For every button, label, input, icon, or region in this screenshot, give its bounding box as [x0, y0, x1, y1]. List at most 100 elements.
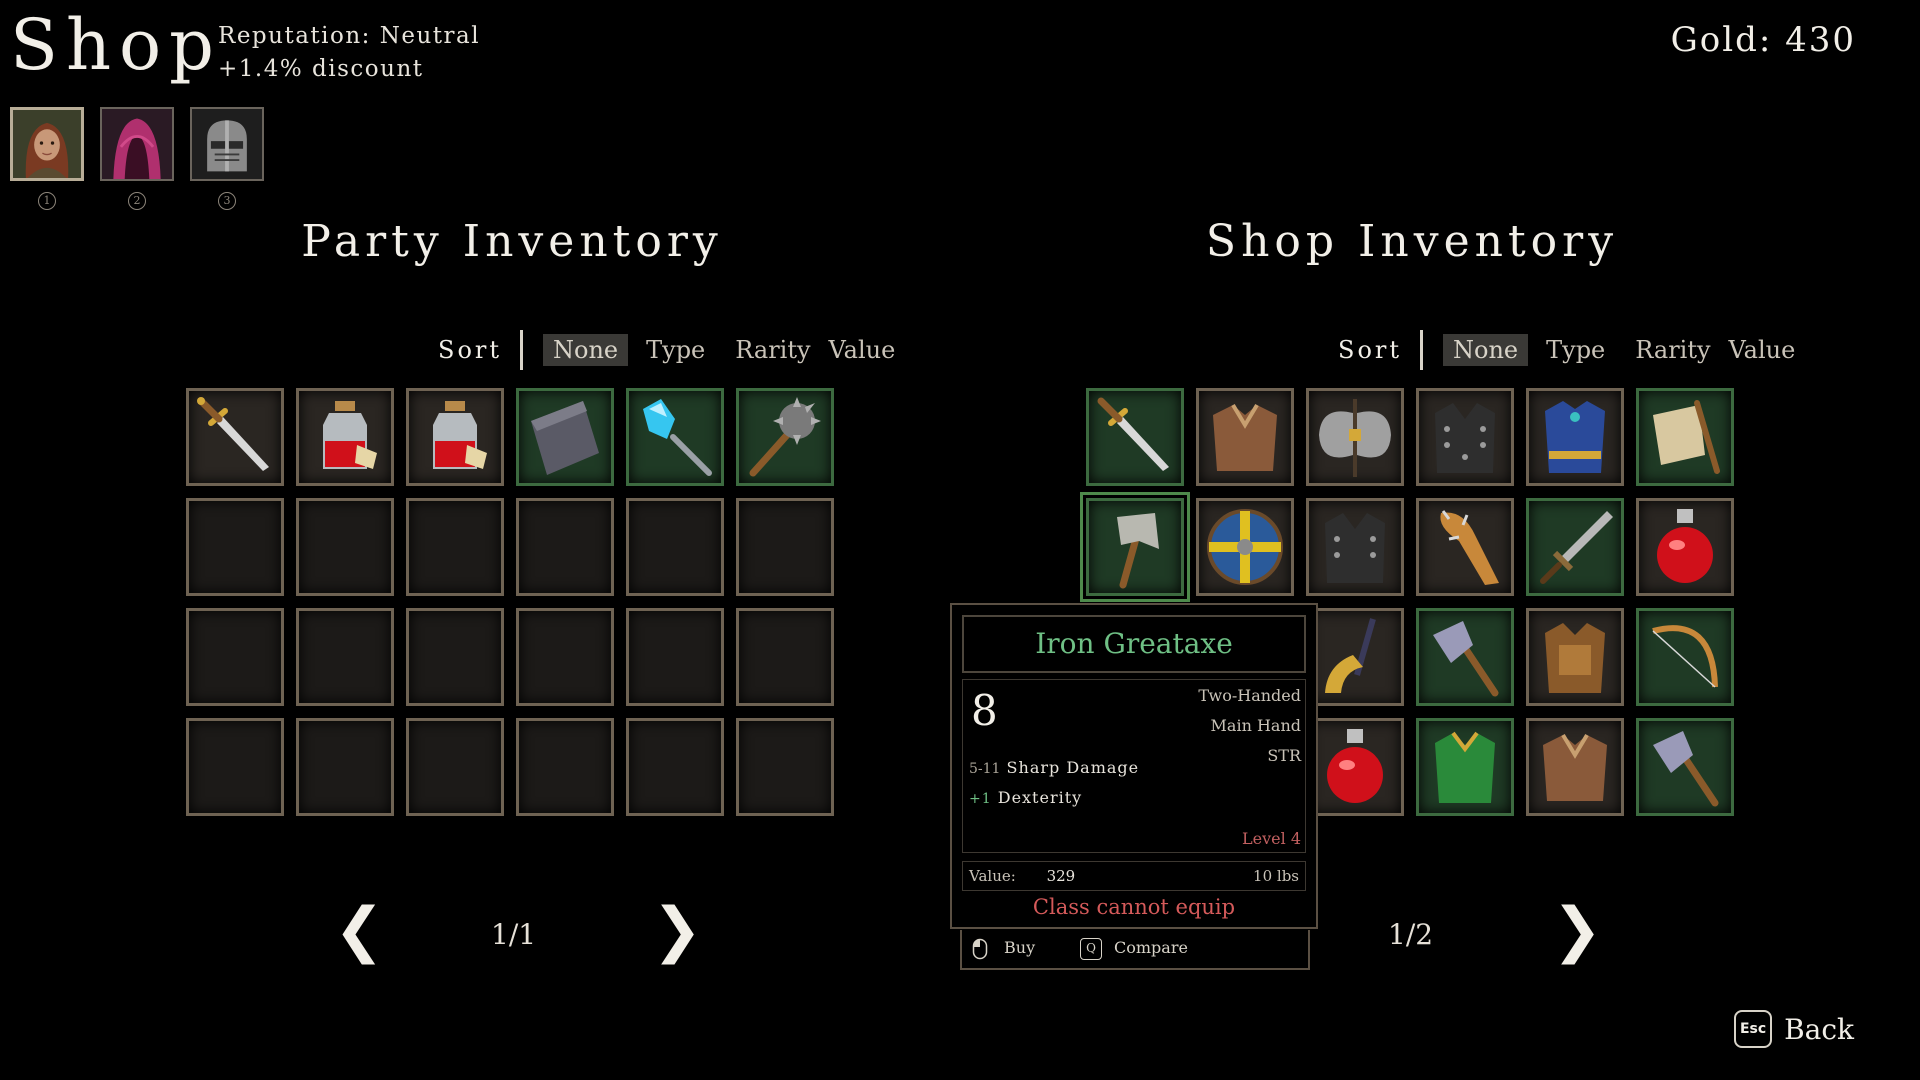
- party-slot-empty[interactable]: [626, 498, 724, 596]
- shop-slot-short-sword[interactable]: [1526, 498, 1624, 596]
- shop-slot-red-potion[interactable]: [1636, 498, 1734, 596]
- party-slot-crystal-wand[interactable]: [626, 388, 724, 486]
- shop-sort-bar: Sort None Type Rarity Value: [1338, 330, 1813, 370]
- shop-slot-studded-vest[interactable]: [1416, 388, 1514, 486]
- shop-slot-blue-tunic[interactable]: [1526, 388, 1624, 486]
- tooltip-handedness: Two-Handed: [1198, 686, 1301, 705]
- party-slot-empty[interactable]: [626, 608, 724, 706]
- green-armor-icon: [1435, 731, 1495, 803]
- party-member-2-portrait[interactable]: [100, 107, 174, 181]
- party-sort-type[interactable]: Type: [646, 334, 705, 366]
- tooltip-damage-range: 5-11: [969, 761, 1001, 777]
- party-slot-empty[interactable]: [406, 608, 504, 706]
- shop-slot-spiked-club[interactable]: [1416, 498, 1514, 596]
- party-slot-empty[interactable]: [186, 498, 284, 596]
- compare-action[interactable]: Compare: [1114, 938, 1188, 957]
- tooltip-warning: Class cannot equip: [1032, 895, 1236, 919]
- party-slot-empty[interactable]: [406, 718, 504, 816]
- party-sort-value[interactable]: Value: [829, 334, 896, 366]
- shop-sort-none[interactable]: None: [1443, 334, 1529, 366]
- leather-armor-icon: [1213, 403, 1277, 471]
- esc-key-icon: Esc: [1734, 1010, 1773, 1048]
- shop-slot-hand-axe-2[interactable]: [1636, 718, 1734, 816]
- party-slot-empty[interactable]: [736, 718, 834, 816]
- party-slot-empty[interactable]: [186, 718, 284, 816]
- party-slot-spiked-mace[interactable]: [736, 388, 834, 486]
- curved-blade-icon: [1325, 618, 1376, 693]
- iron-greataxe-icon: [1117, 513, 1159, 589]
- hand-axe-icon: [1653, 731, 1719, 807]
- tooltip-damage-line: 5-11 Sharp Damage: [969, 758, 1139, 777]
- party-slot-empty[interactable]: [296, 608, 394, 706]
- party-member-2-number: 2: [128, 192, 146, 210]
- party-slot-empty[interactable]: [626, 718, 724, 816]
- sort-divider: [1420, 330, 1424, 370]
- shop-sort-rarity[interactable]: Rarity: [1635, 334, 1710, 366]
- item-tooltip: Iron Greataxe 8 Two-Handed Main Hand STR…: [950, 603, 1318, 929]
- shop-slot-dagger[interactable]: [1086, 388, 1184, 486]
- party-slot-empty[interactable]: [516, 718, 614, 816]
- tooltip-stats: 8 Two-Handed Main Hand STR 5-11 Sharp Da…: [962, 679, 1306, 853]
- stone-slab-icon: [531, 401, 599, 475]
- shop-slot-hand-axe[interactable]: [1416, 608, 1514, 706]
- spiked-club-icon: [1440, 510, 1499, 585]
- party-sort-label: Sort: [438, 336, 503, 364]
- spiked-mace-icon: [749, 397, 821, 477]
- shop-slot-studded-vest-2[interactable]: [1306, 498, 1404, 596]
- dagger-icon: [1097, 397, 1169, 471]
- party-prev-page-arrow-icon[interactable]: ❮: [334, 900, 384, 960]
- party-slot-empty[interactable]: [516, 608, 614, 706]
- shop-inventory-title: Shop Inventory: [1205, 216, 1619, 267]
- shop-slot-curved-blade[interactable]: [1306, 608, 1404, 706]
- hand-axe-icon: [1433, 621, 1499, 697]
- shop-next-page-arrow-icon[interactable]: ❯: [1552, 900, 1602, 960]
- party-slot-potion-1[interactable]: [296, 388, 394, 486]
- shop-slot-leather-armor[interactable]: [1196, 388, 1294, 486]
- party-slot-empty[interactable]: [516, 498, 614, 596]
- shop-slot-scroll[interactable]: [1636, 388, 1734, 486]
- shop-slot-bronze-armor[interactable]: [1526, 608, 1624, 706]
- tooltip-bonus-amount: +1: [969, 791, 992, 807]
- party-sort-rarity[interactable]: Rarity: [735, 334, 810, 366]
- party-slot-empty[interactable]: [296, 498, 394, 596]
- knight-helmet-portrait-icon: [192, 109, 262, 179]
- shop-sort-value[interactable]: Value: [1729, 334, 1796, 366]
- party-inventory-title: Party Inventory: [301, 216, 723, 267]
- shop-sort-type[interactable]: Type: [1546, 334, 1605, 366]
- bow-icon: [1652, 625, 1718, 688]
- shop-slot-battle-axe[interactable]: [1306, 388, 1404, 486]
- shop-slot-green-armor[interactable]: [1416, 718, 1514, 816]
- tooltip-level: Level 4: [1242, 829, 1301, 848]
- tooltip-stat: STR: [1267, 746, 1301, 765]
- buy-action[interactable]: Buy: [1004, 938, 1035, 957]
- party-slot-stone-slab[interactable]: [516, 388, 614, 486]
- shop-slot-bow[interactable]: [1636, 608, 1734, 706]
- leather-armor-icon: [1543, 733, 1607, 801]
- party-next-page-arrow-icon[interactable]: ❯: [652, 900, 702, 960]
- back-label: Back: [1784, 1012, 1854, 1046]
- shop-sort-label: Sort: [1338, 336, 1403, 364]
- party-inventory-grid: [186, 388, 834, 816]
- shop-slot-red-potion-2[interactable]: [1306, 718, 1404, 816]
- party-slot-empty[interactable]: [186, 608, 284, 706]
- shop-slot-iron-greataxe[interactable]: [1080, 492, 1190, 602]
- party-member-1-portrait[interactable]: [10, 107, 84, 181]
- shop-slot-leather-armor-2[interactable]: [1526, 718, 1624, 816]
- tooltip-item-name: Iron Greataxe: [962, 615, 1306, 673]
- party-member-3-portrait[interactable]: [190, 107, 264, 181]
- party-slot-dagger[interactable]: [186, 388, 284, 486]
- party-slot-empty[interactable]: [736, 608, 834, 706]
- tooltip-bonus-line: +1 Dexterity: [969, 788, 1082, 807]
- shop-slot-round-shield[interactable]: [1196, 498, 1294, 596]
- back-button[interactable]: Esc Back: [1734, 1010, 1854, 1048]
- crystal-wand-icon: [643, 399, 712, 476]
- party-slot-empty[interactable]: [296, 718, 394, 816]
- mouse-icon: [972, 938, 988, 964]
- tooltip-bonus-stat: Dexterity: [997, 788, 1083, 807]
- party-slot-empty[interactable]: [406, 498, 504, 596]
- tooltip-value-row: Value: 329 10 lbs: [962, 861, 1306, 891]
- bronze-armor-icon: [1545, 623, 1605, 693]
- party-sort-none[interactable]: None: [543, 334, 629, 366]
- party-slot-empty[interactable]: [736, 498, 834, 596]
- party-slot-potion-2[interactable]: [406, 388, 504, 486]
